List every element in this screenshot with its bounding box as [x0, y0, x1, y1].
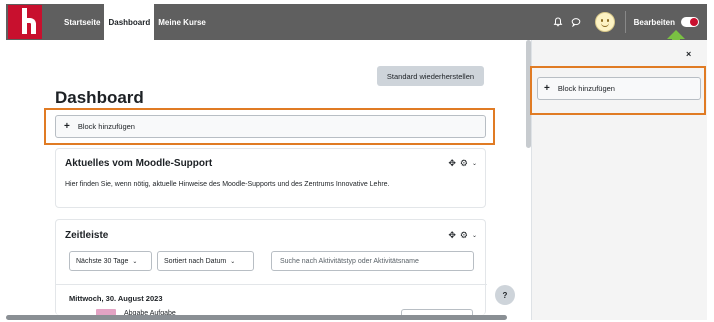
help-button[interactable]: ?	[495, 285, 515, 305]
chevron-down-icon: ⌄	[132, 258, 138, 265]
block-controls: ✥ ⚙ ⌄	[444, 230, 477, 241]
block-title: Aktuelles vom Moodle-Support	[65, 158, 213, 169]
nav-meine-kurse[interactable]: Meine Kurse	[154, 4, 210, 40]
user-avatar[interactable]	[594, 12, 615, 32]
sort-select[interactable]: Sortiert nach Datum ⌄	[157, 251, 254, 271]
edit-mode-label: Bearbeiten	[633, 17, 675, 27]
top-navbar: Startseite Dashboard Meine Kurse Bearbei…	[6, 4, 707, 40]
highlight-frame-main	[44, 108, 495, 145]
logo-h-mark	[22, 8, 36, 34]
chevron-down-icon: ⌄	[230, 258, 236, 265]
sort-value: Sortiert nach Datum	[164, 257, 227, 265]
highlight-frame-drawer	[530, 66, 706, 115]
close-icon[interactable]: ×	[686, 49, 691, 59]
nav-dashboard[interactable]: Dashboard	[104, 4, 155, 40]
navbar-divider	[624, 11, 626, 33]
divider	[56, 284, 487, 285]
edit-mode-toggle[interactable]	[681, 17, 699, 27]
move-icon[interactable]: ✥	[448, 158, 456, 169]
block-text: Hier finden Sie, wenn nötig, aktuelle Hi…	[65, 181, 390, 188]
block-timeline: Zeitleiste ✥ ⚙ ⌄ Nächste 30 Tage ⌄ Sorti…	[55, 219, 487, 317]
filter-days-select[interactable]: Nächste 30 Tage ⌄	[69, 251, 152, 271]
move-icon[interactable]: ✥	[448, 230, 456, 241]
nav-startseite[interactable]: Startseite	[60, 4, 104, 40]
block-controls: ✥ ⚙ ⌄	[444, 158, 477, 169]
timeline-search-input[interactable]: Suche nach Aktivitätstyp oder Aktivitäts…	[271, 251, 474, 271]
chevron-down-icon[interactable]: ⌄	[472, 160, 477, 167]
restore-default-button[interactable]: Standard wiederherstellen	[377, 66, 484, 86]
primary-navigation: Startseite Dashboard Meine Kurse	[60, 4, 210, 40]
chat-icon[interactable]	[569, 15, 583, 29]
bell-icon[interactable]	[551, 15, 565, 29]
filter-days-value: Nächste 30 Tage	[76, 257, 129, 265]
moodle-dashboard: Startseite Dashboard Meine Kurse Bearbei…	[0, 0, 714, 322]
brand-logo[interactable]	[8, 5, 42, 39]
chevron-down-icon[interactable]: ⌄	[472, 232, 477, 239]
page-title: Dashboard	[55, 88, 144, 107]
block-moodle-support: Aktuelles vom Moodle-Support ✥ ⚙ ⌄ Hier …	[55, 148, 486, 208]
gear-icon[interactable]: ⚙	[460, 158, 468, 169]
date-heading: Mittwoch, 30. August 2023	[69, 294, 163, 303]
gear-icon[interactable]: ⚙	[460, 230, 468, 241]
block-title: Zeitleiste	[65, 230, 109, 241]
horizontal-scrollbar[interactable]	[6, 315, 507, 320]
